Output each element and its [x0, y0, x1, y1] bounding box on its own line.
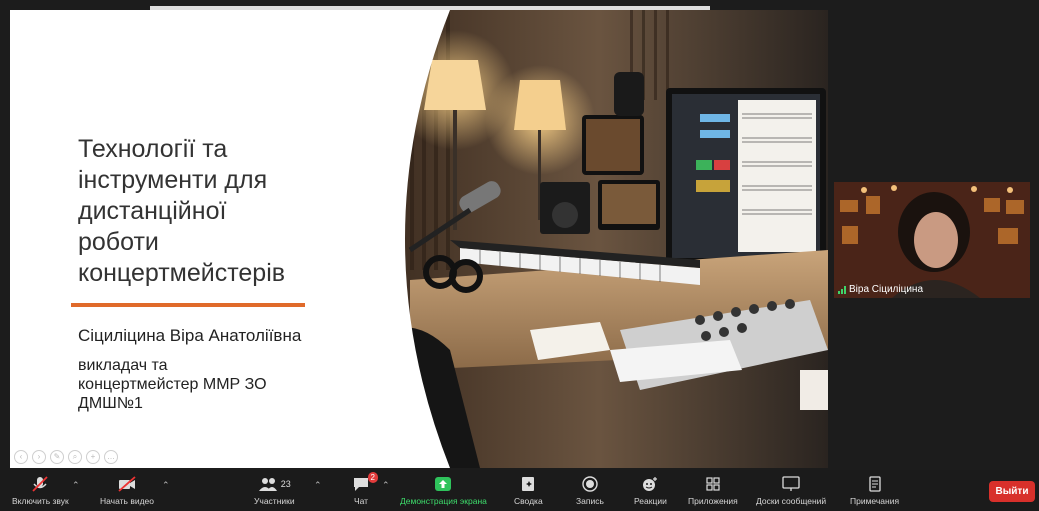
apps-button[interactable]: Приложения	[688, 474, 738, 506]
whiteboards-label: Доски сообщений	[756, 496, 827, 506]
participants-label: Участники	[254, 496, 295, 506]
record-button[interactable]: Запись	[576, 474, 604, 506]
video-off-icon	[117, 474, 137, 494]
summary-icon	[521, 474, 535, 494]
leave-button[interactable]: Выйти	[989, 481, 1035, 502]
slide-title-line: роботи	[78, 228, 159, 256]
slide-title-line: дистанційної	[78, 197, 227, 225]
audio-options-caret[interactable]: ⌃	[72, 480, 80, 491]
mic-off-icon	[31, 474, 49, 494]
slide-title: Технології та інструменти для дистанційн…	[78, 134, 338, 289]
summary-label: Сводка	[514, 496, 543, 506]
pen-icon[interactable]: ✎	[50, 450, 64, 464]
summary-button[interactable]: Сводка	[514, 474, 543, 506]
unmute-label: Включить звук	[12, 496, 69, 506]
zoom-icon[interactable]: ⌕	[68, 450, 82, 464]
participant-video[interactable]: Віра Сіциліцина	[834, 182, 1030, 298]
participants-button[interactable]: 23 Участники	[254, 474, 295, 506]
participants-icon: 23	[258, 474, 291, 494]
notes-icon	[868, 474, 882, 494]
chat-label: Чат	[353, 496, 369, 506]
slide-title-line: Технології та	[78, 135, 228, 163]
apps-icon	[705, 474, 721, 494]
chat-button[interactable]: 2 Чат	[352, 472, 378, 506]
whiteboards-button[interactable]: Доски сообщений	[756, 474, 826, 506]
audio-level-icon	[838, 285, 846, 294]
start-video-button[interactable]: Начать видео	[100, 474, 154, 506]
share-screen-icon	[434, 474, 452, 494]
participant-feed	[834, 182, 1030, 298]
slide-curve	[370, 10, 450, 468]
participants-count: 23	[280, 479, 291, 489]
chat-caret[interactable]: ⌃	[382, 480, 390, 491]
video-options-caret[interactable]: ⌃	[162, 480, 170, 491]
share-screen-button[interactable]: Демонстрация экрана	[400, 474, 487, 506]
whiteboard-icon	[782, 474, 800, 494]
notes-label: Примечания	[850, 496, 900, 506]
chat-icon: 2	[352, 472, 378, 494]
chat-unread-badge: 2	[367, 472, 378, 483]
slide-title-line: інструменти для	[78, 166, 268, 194]
magnify-icon[interactable]: +	[86, 450, 100, 464]
share-screen-label: Демонстрация экрана	[400, 496, 487, 506]
slide-author: Сіциліцина Віра Анатоліївна	[78, 326, 302, 345]
reactions-label: Реакции	[634, 496, 667, 506]
slide-role: викладач та концертмейстер ММР ЗО ДМШ№1	[78, 356, 338, 413]
start-video-label: Начать видео	[100, 496, 155, 506]
slide-divider	[71, 303, 305, 307]
participants-caret[interactable]: ⌃	[314, 480, 322, 491]
reactions-button[interactable]: Реакции	[634, 474, 667, 506]
record-label: Запись	[576, 496, 604, 506]
meeting-toolbar: Включить звук ⌃ Начать видео ⌃ 23 Участн…	[0, 470, 1039, 511]
studio-illustration	[370, 10, 828, 468]
slide-role-line: концертмейстер ММР ЗО	[78, 376, 267, 393]
slide-role-line: викладач та	[78, 357, 168, 374]
slide-title-line: концертмейстерів	[78, 259, 286, 287]
more-icon[interactable]: …	[104, 450, 118, 464]
next-icon[interactable]: ›	[32, 450, 46, 464]
record-icon	[582, 474, 598, 494]
meeting-stage: Технології та інструменти для дистанційн…	[0, 0, 1039, 470]
participant-name-label: Віра Сіциліцина	[838, 284, 923, 295]
slide-role-line: ДМШ№1	[78, 395, 143, 412]
participant-name: Віра Сіциліцина	[849, 284, 924, 295]
notes-button[interactable]: Примечания	[850, 474, 899, 506]
slide-controls[interactable]: ‹ › ✎ ⌕ + …	[14, 450, 118, 464]
shared-slide: Технології та інструменти для дистанційн…	[10, 10, 828, 468]
reaction-icon	[642, 474, 658, 494]
prev-icon[interactable]: ‹	[14, 450, 28, 464]
unmute-button[interactable]: Включить звук	[12, 474, 69, 506]
apps-label: Приложения	[688, 496, 738, 506]
